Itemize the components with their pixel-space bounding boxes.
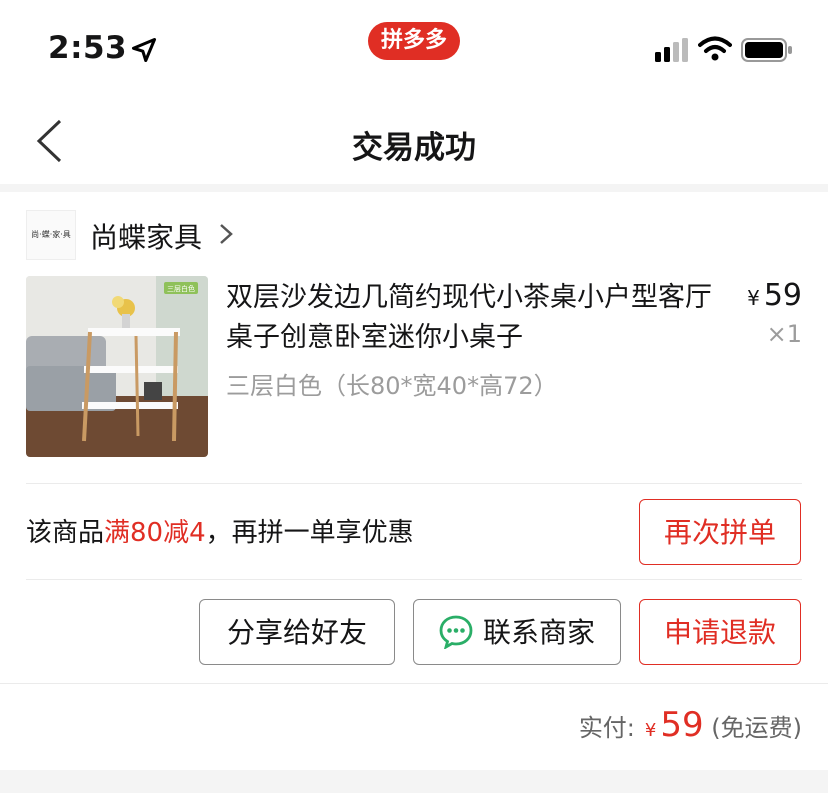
shop-name: 尚蝶家具 bbox=[90, 221, 203, 254]
shipping-note: (免运费) bbox=[711, 714, 802, 742]
total-label: 实付: bbox=[578, 714, 635, 742]
promo-prefix: 该商品 bbox=[26, 518, 105, 548]
product-image[interactable]: 三层白色 bbox=[26, 276, 208, 457]
currency-symbol: ¥ bbox=[747, 286, 760, 310]
side-table-image: 三层白色 bbox=[26, 276, 208, 457]
product-spec: 三层白色（长80*宽40*高72） bbox=[226, 372, 558, 400]
divider bbox=[26, 579, 802, 580]
shop-link[interactable]: 尚·蝶·家·具 尚蝶家具 bbox=[26, 206, 806, 262]
share-button[interactable]: 分享给好友 bbox=[199, 599, 395, 665]
product-quantity: ×1 bbox=[766, 320, 802, 348]
chevron-right-icon bbox=[220, 224, 233, 244]
contact-seller-button[interactable]: 联系商家 bbox=[413, 599, 621, 665]
page-title: 交易成功 bbox=[352, 130, 476, 166]
cellular-signal-icon bbox=[655, 38, 688, 62]
promo-suffix: ，再拼一单享优惠 bbox=[205, 518, 414, 548]
section-divider bbox=[0, 184, 828, 192]
total-paid: 实付: ¥59 (免运费) bbox=[579, 705, 802, 745]
divider bbox=[26, 483, 802, 484]
contact-seller-label: 联系商家 bbox=[482, 616, 595, 649]
total-currency: ¥ bbox=[644, 720, 657, 741]
status-bar: 2:53 拼多多 bbox=[0, 0, 828, 96]
status-time: 2:53 bbox=[48, 30, 128, 66]
reorder-button[interactable]: 再次拼单 bbox=[639, 499, 801, 565]
location-arrow-icon bbox=[131, 37, 157, 63]
app-badge: 拼多多 bbox=[368, 22, 460, 60]
section-divider bbox=[0, 770, 828, 793]
nav-bar: 交易成功 bbox=[0, 96, 828, 185]
promo-text: 该商品满80减4，再拼一单享优惠 bbox=[26, 512, 414, 549]
product-price: ¥59 bbox=[747, 278, 802, 313]
image-tag: 三层白色 bbox=[167, 284, 195, 293]
product-title[interactable]: 双层沙发边几简约现代小茶桌小户型客厅桌子创意卧室迷你小桌子 bbox=[226, 278, 726, 358]
chat-bubble-icon bbox=[439, 615, 473, 649]
price-value: 59 bbox=[763, 278, 802, 313]
battery-icon bbox=[741, 38, 792, 62]
total-amount: 59 bbox=[660, 705, 704, 745]
wifi-icon bbox=[698, 36, 732, 61]
shop-logo: 尚·蝶·家·具 bbox=[26, 210, 76, 260]
divider bbox=[0, 683, 828, 684]
refund-button[interactable]: 申请退款 bbox=[639, 599, 801, 665]
promo-highlight: 满80减4 bbox=[104, 518, 206, 548]
